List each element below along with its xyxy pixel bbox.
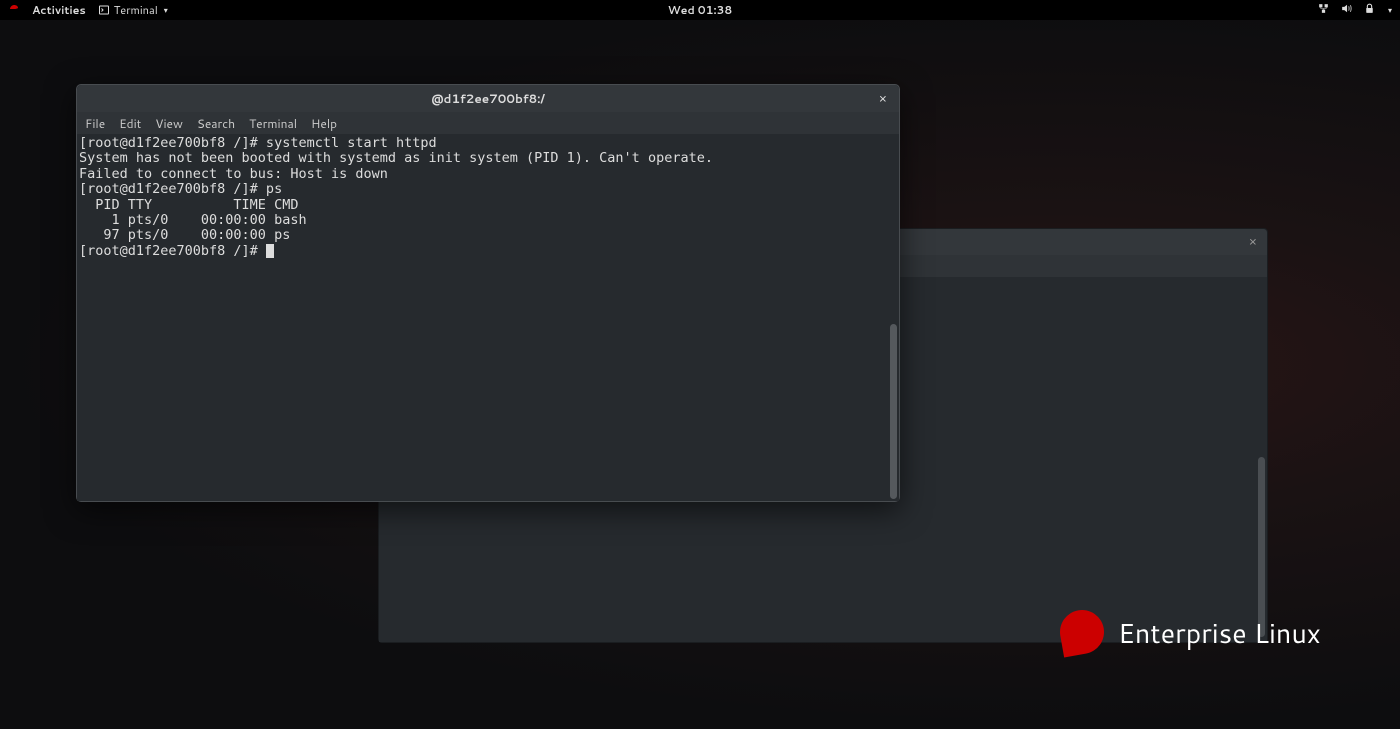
desktop-branding: Enterprise Linux [1060, 610, 1321, 654]
menu-view[interactable]: View [155, 115, 183, 132]
menu-help[interactable]: Help [311, 115, 337, 132]
chevron-down-icon: ▾ [164, 4, 168, 16]
app-menu-label: Terminal [114, 2, 158, 18]
terminal-prompt: [root@d1f2ee700bf8 /]# [79, 243, 266, 259]
terminal-line: [root@d1f2ee700bf8 /]# ps [79, 181, 282, 197]
terminal-line: 1 pts/0 00:00:00 bash [79, 212, 307, 228]
system-menu-chevron-icon[interactable]: ▾ [1388, 4, 1392, 16]
close-button[interactable]: × [879, 90, 887, 108]
terminal-line: 97 pts/0 00:00:00 ps [79, 227, 290, 243]
menu-terminal[interactable]: Terminal [249, 115, 297, 132]
terminal-icon [98, 4, 110, 16]
window-titlebar[interactable]: @d1f2ee700bf8:/ × [77, 85, 899, 112]
volume-icon[interactable] [1340, 2, 1353, 19]
app-menu[interactable]: Terminal ▾ [98, 2, 168, 18]
menu-file[interactable]: File [85, 115, 105, 132]
menu-edit[interactable]: Edit [119, 115, 141, 132]
window-menubar: File Edit View Search Terminal Help [77, 112, 899, 134]
terminal-line: PID TTY TIME CMD [79, 197, 298, 213]
scrollbar[interactable] [890, 324, 897, 499]
terminal-output[interactable]: [root@d1f2ee700bf8 /]# systemctl start h… [77, 134, 899, 501]
terminal-line: System has not been booted with systemd … [79, 150, 713, 166]
menu-search[interactable]: Search [197, 115, 235, 132]
gnome-topbar: Activities Terminal ▾ Wed 01:38 ▾ [0, 0, 1400, 20]
activities-button[interactable]: Activities [32, 2, 86, 18]
fedora-hat-icon [1057, 607, 1108, 658]
terminal-cursor [266, 244, 274, 258]
lock-icon[interactable] [1363, 2, 1376, 19]
branding-text: Enterprise Linux [1118, 613, 1321, 652]
terminal-line: Failed to connect to bus: Host is down [79, 166, 388, 182]
distro-hat-icon [8, 2, 20, 18]
network-icon[interactable] [1317, 2, 1330, 19]
clock[interactable]: Wed 01:38 [668, 2, 733, 18]
close-icon[interactable]: × [1249, 233, 1257, 251]
terminal-line: [root@d1f2ee700bf8 /]# systemctl start h… [79, 135, 437, 151]
foreground-terminal-window[interactable]: @d1f2ee700bf8:/ × File Edit View Search … [76, 84, 900, 502]
window-title: @d1f2ee700bf8:/ [431, 90, 545, 107]
